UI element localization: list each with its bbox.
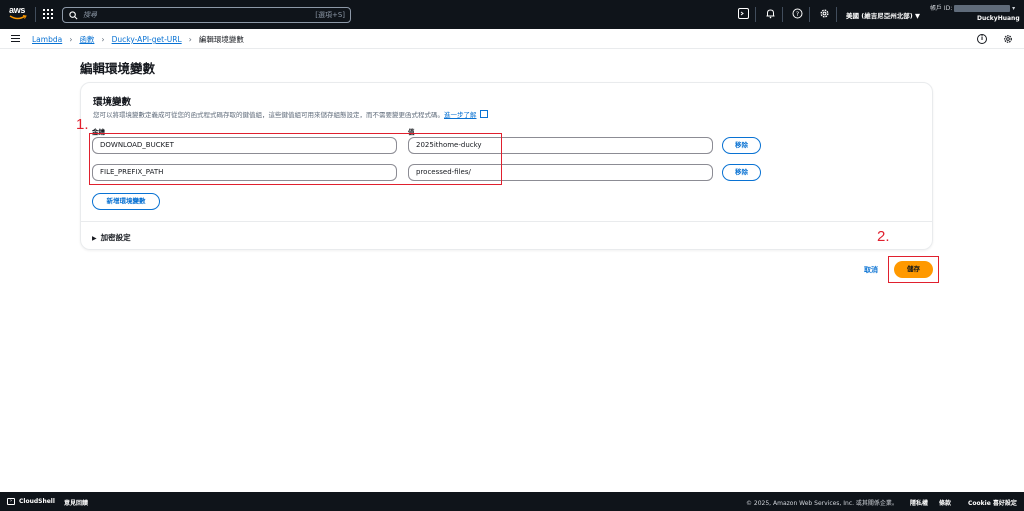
info-icon[interactable]: i: [977, 34, 987, 44]
search-shortcut: [選項+S]: [315, 11, 345, 19]
remove-button-1[interactable]: 移除: [722, 137, 761, 154]
terminal-icon: ›: [7, 498, 15, 505]
breadcrumb-lambda[interactable]: Lambda: [32, 35, 62, 44]
search-placeholder: 搜尋: [83, 11, 97, 19]
annotation-box-variables: [89, 133, 502, 185]
services-grid-icon[interactable]: [43, 9, 53, 19]
panel-divider: [81, 221, 932, 222]
settings-gear-icon[interactable]: [818, 8, 830, 20]
aws-logo[interactable]: aws: [9, 6, 29, 22]
breadcrumb-bar: Lambda › 函數 › Ducky-API-get-URL › 編輯環境變數…: [0, 29, 1024, 49]
feedback-link[interactable]: 意見回饋: [64, 498, 88, 507]
encryption-settings-toggle[interactable]: ▶ 加密設定: [92, 232, 131, 243]
bell-icon[interactable]: [764, 8, 776, 20]
username[interactable]: DuckyHuang: [977, 15, 1020, 22]
aws-logo-text: aws: [9, 5, 26, 15]
account-menu[interactable]: 帳戶 ID: ▾: [930, 3, 1020, 12]
account-id-label: 帳戶 ID:: [930, 5, 953, 12]
breadcrumb: Lambda › 函數 › Ducky-API-get-URL › 編輯環境變數: [32, 34, 244, 45]
aws-smile-icon: [9, 15, 27, 20]
breadcrumb-function-name[interactable]: Ducky-API-get-URL: [112, 35, 182, 44]
copyright-text: © 2025, Amazon Web Services, Inc. 或其關係企業…: [746, 500, 898, 507]
cookie-preferences-link[interactable]: Cookie 喜好設定: [968, 498, 1017, 507]
search-box[interactable]: 搜尋 [選項+S]: [62, 7, 351, 23]
terms-link[interactable]: 條款: [939, 498, 951, 507]
chevron-right-icon: ›: [69, 35, 73, 44]
footer: › CloudShell 意見回饋 © 2025, Amazon Web Ser…: [0, 492, 1024, 511]
nav-divider: [782, 7, 783, 22]
add-environment-variable-button[interactable]: 新增環境變數: [92, 193, 160, 210]
privacy-link[interactable]: 隱私權: [910, 498, 928, 507]
annotation-box-save: [888, 256, 939, 283]
learn-more-link[interactable]: 進一步了解: [444, 111, 477, 119]
nav-divider: [35, 7, 36, 22]
annotation-step-1: 1.: [76, 116, 89, 133]
account-id-redacted: [954, 5, 1011, 12]
nav-divider: [755, 7, 756, 22]
remove-button-2[interactable]: 移除: [722, 164, 761, 181]
panel-description: 您可以將環境變數定義成可從您的函式程式碼存取的鍵值組，這些鍵值組可用來儲存組態設…: [93, 109, 488, 119]
menu-hamburger-icon[interactable]: [11, 35, 20, 42]
top-navigation: aws 搜尋 [選項+S] ? 美國 (維吉尼亞州北部) ▼ 帳戶 ID: ▾ …: [0, 0, 1024, 29]
breadcrumb-current: 編輯環境變數: [198, 35, 244, 44]
nav-divider: [809, 7, 810, 22]
chevron-right-icon: ›: [101, 35, 105, 44]
encryption-label: 加密設定: [100, 233, 131, 242]
cloudshell-footer-button[interactable]: › CloudShell: [7, 498, 55, 505]
cloudshell-label: CloudShell: [19, 498, 55, 505]
cloudshell-icon[interactable]: [737, 8, 749, 20]
breadcrumb-functions[interactable]: 函數: [79, 34, 94, 45]
help-icon[interactable]: ?: [791, 8, 803, 20]
annotation-step-2: 2.: [877, 228, 890, 245]
search-icon: [69, 10, 78, 19]
region-selector[interactable]: 美國 (維吉尼亞州北部) ▼: [846, 10, 920, 20]
nav-divider: [836, 7, 837, 22]
description-text: 您可以將環境變數定義成可從您的函式程式碼存取的鍵值組，這些鍵值組可用來儲存組態設…: [93, 111, 444, 119]
panel-heading: 環境變數: [93, 97, 132, 108]
caret-right-icon: ▶: [92, 235, 97, 242]
chevron-right-icon: ›: [188, 35, 192, 44]
svg-text:?: ?: [795, 10, 798, 18]
preferences-gear-icon[interactable]: [1003, 34, 1013, 44]
page-title: 編輯環境變數: [80, 61, 156, 76]
cancel-button[interactable]: 取消: [864, 265, 878, 275]
external-link-icon: [479, 110, 488, 118]
